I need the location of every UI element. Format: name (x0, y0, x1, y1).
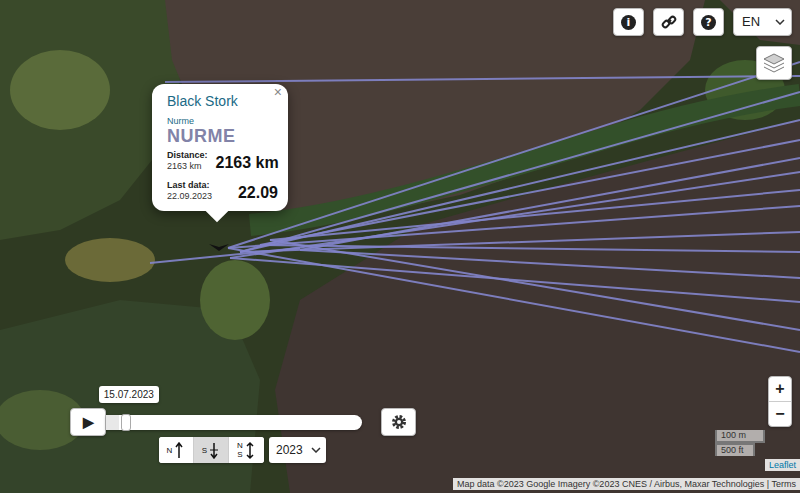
link-button[interactable] (653, 8, 684, 36)
distance-row: Distance:2163 km2163 km (167, 150, 278, 172)
language-select[interactable]: EN (733, 8, 792, 36)
direction-letter: S (237, 450, 242, 459)
language-value: EN (742, 12, 760, 32)
popup-subtitle: Nurme (167, 117, 278, 127)
year-value: 2023 (276, 441, 303, 459)
scale-metric: 100 m (715, 430, 765, 443)
zoom-out-button[interactable]: − (769, 401, 791, 426)
popup-content: Black Stork×NurmeNURMEDistance:2163 km21… (167, 93, 278, 202)
direction-buttons: NSNS (159, 437, 264, 463)
attribution: Map data ©2023 Google Imagery ©2023 CNES… (453, 478, 800, 490)
direction-button[interactable]: S (194, 437, 229, 463)
help-button[interactable]: ? (693, 8, 724, 36)
link-icon (661, 14, 677, 30)
settings-button[interactable] (381, 408, 416, 436)
stork-icon (208, 241, 230, 253)
toolbar: i? EN (613, 8, 792, 36)
close-button[interactable]: × (274, 85, 282, 99)
last-data-row: Last data:22.09.2023 22.09 (167, 180, 278, 202)
chevron-down-icon (311, 447, 321, 453)
year-select[interactable]: 2023 (269, 437, 326, 463)
scale-imperial: 500 ft (715, 443, 755, 456)
last-data-label: Last data: (167, 180, 212, 191)
last-data-small: 22.09.2023 (167, 191, 212, 202)
map[interactable]: i?ENBlack Stork×NurmeNURMEDistance:2163 … (0, 0, 800, 493)
layers-icon (762, 52, 786, 74)
direction-letters: N (167, 446, 173, 455)
bird-name: NURME (167, 127, 278, 147)
distance-value: 2163 km (216, 154, 279, 172)
help-icon: ? (701, 15, 716, 30)
timeline-track[interactable] (106, 415, 362, 430)
last-data-value: 22.09 (238, 184, 278, 202)
info-button[interactable]: i (613, 8, 644, 36)
direction-letter: N (167, 446, 173, 455)
direction-arrow-icon (244, 441, 256, 460)
distance-labels: Distance:2163 km (167, 150, 208, 172)
direction-letters: NS (237, 441, 243, 459)
chevron-down-icon (775, 19, 785, 25)
play-button[interactable]: ▶ (70, 408, 106, 436)
info-icon: i (621, 15, 636, 30)
direction-button[interactable]: NS (229, 437, 264, 463)
timeline-date: 15.07.2023 (99, 386, 159, 403)
timeline: ▶ 15.07.2023 (70, 386, 420, 436)
layers-button[interactable] (756, 46, 792, 80)
last-data-labels: Last data:22.09.2023 (167, 180, 212, 202)
timeline-handle[interactable] (121, 414, 131, 431)
timeline-fill (106, 415, 119, 430)
direction-arrow-icon (173, 441, 185, 460)
direction-letters: S (202, 446, 207, 455)
bird-marker-icon[interactable] (208, 234, 230, 258)
direction-letter: S (202, 446, 207, 455)
direction-button[interactable]: N (159, 437, 194, 463)
timeline-row: ▶ (70, 408, 420, 436)
attribution-separator: | (767, 479, 769, 489)
direction-arrow-icon (208, 441, 220, 460)
zoom-in-button[interactable]: + (769, 377, 791, 401)
distance-small: 2163 km (167, 161, 208, 172)
attribution-text: Map data ©2023 Google Imagery ©2023 CNES… (457, 479, 764, 489)
terms-link[interactable]: Terms (772, 479, 797, 489)
popup-title: Black Stork (167, 93, 278, 110)
bird-popup: Black Stork×NurmeNURMEDistance:2163 km21… (152, 84, 288, 211)
scale-bar: 100 m500 ft (715, 430, 765, 456)
view-controls: NSNS2023 (159, 437, 326, 463)
direction-letter: N (237, 441, 243, 450)
zoom-control: +− (768, 376, 792, 427)
distance-label: Distance: (167, 150, 208, 161)
gear-icon (390, 413, 408, 431)
leaflet-link[interactable]: Leaflet (765, 459, 800, 471)
